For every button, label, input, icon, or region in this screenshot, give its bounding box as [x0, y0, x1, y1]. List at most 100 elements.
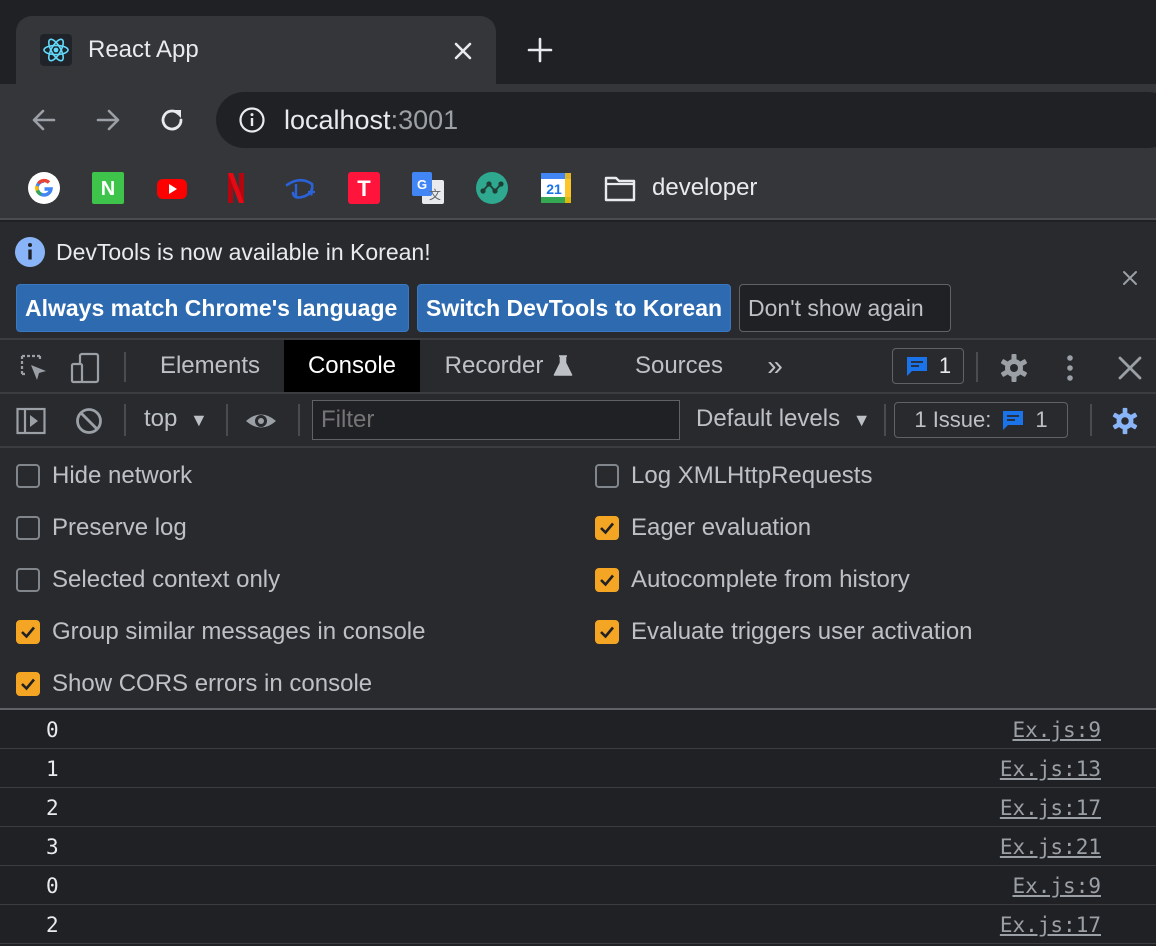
devtools-tab-bar: Elements Console Recorder Sources » 1 [0, 340, 1156, 394]
log-value: 3 [46, 835, 59, 859]
browser-toolbar: localhost:3001 [0, 84, 1156, 156]
message-icon [1003, 411, 1024, 430]
console-settings-gear-icon[interactable] [1110, 406, 1140, 436]
setting-hide-network[interactable]: Hide network [16, 462, 192, 490]
toolbar-divider [1090, 404, 1092, 436]
setting-label: Preserve log [52, 514, 187, 541]
setting-eager-evaluation[interactable]: Eager evaluation [595, 514, 811, 542]
setting-group-similar[interactable]: Group similar messages in console [16, 618, 426, 646]
tving-icon[interactable]: T [348, 172, 380, 204]
bookmark-folder-developer[interactable]: developer [652, 174, 757, 202]
source-link[interactable]: Ex.js:17 [1000, 913, 1101, 937]
log-levels-dropdown[interactable]: Default levels ▼ [696, 405, 871, 433]
checkbox[interactable] [16, 516, 40, 540]
calendar-icon[interactable]: 21 [540, 172, 572, 204]
dont-show-again-button[interactable]: Don't show again [739, 284, 951, 332]
checkmark-icon [21, 678, 35, 691]
setting-label: Log XMLHttpRequests [631, 462, 873, 489]
back-icon[interactable] [28, 104, 60, 136]
close-devtools-icon[interactable] [1114, 352, 1146, 384]
source-link[interactable]: Ex.js:17 [1000, 796, 1101, 820]
naver-icon[interactable]: N [92, 172, 124, 204]
console-message: 2 Ex.js:17 [0, 788, 1156, 827]
svg-text:T: T [357, 176, 371, 201]
reload-icon[interactable] [156, 104, 188, 136]
dropdown-arrow-icon: ▼ [852, 410, 871, 430]
close-infobar-icon[interactable] [1120, 268, 1140, 288]
checkbox-checked[interactable] [595, 620, 619, 644]
switch-to-korean-button[interactable]: Switch DevTools to Korean [417, 284, 731, 332]
checkbox[interactable] [16, 568, 40, 592]
bookmarks-bar: N T G 文 21 developer [0, 156, 1156, 220]
checkbox[interactable] [595, 464, 619, 488]
more-options-icon[interactable] [1054, 352, 1086, 384]
checkbox-checked[interactable] [595, 516, 619, 540]
console-message: 2 Ex.js:17 [0, 905, 1156, 944]
console-message: 0 Ex.js:9 [0, 710, 1156, 749]
translate-icon[interactable]: G 文 [412, 172, 444, 204]
source-link[interactable]: Ex.js:9 [1012, 718, 1101, 742]
issues-counter-button[interactable]: 1 [892, 348, 964, 384]
svg-text:G: G [417, 177, 427, 192]
infobar-message: DevTools is now available in Korean! [56, 239, 431, 265]
setting-selected-context-only[interactable]: Selected context only [16, 566, 280, 594]
checkbox-checked[interactable] [16, 672, 40, 696]
site-info-icon[interactable] [238, 106, 266, 134]
new-tab-icon[interactable] [526, 36, 554, 64]
source-link[interactable]: Ex.js:9 [1012, 874, 1101, 898]
console-message: 1 Ex.js:13 [0, 749, 1156, 788]
tab-sources[interactable]: Sources [618, 340, 740, 392]
setting-preserve-log[interactable]: Preserve log [16, 514, 187, 542]
setting-show-cors-errors[interactable]: Show CORS errors in console [16, 670, 372, 698]
checkbox-checked[interactable] [16, 620, 40, 644]
settings-gear-icon[interactable] [998, 352, 1030, 384]
toolbar-divider [976, 352, 978, 382]
issues-button[interactable]: 1 Issue: 1 [894, 402, 1068, 438]
setting-label: Show CORS errors in console [52, 670, 373, 697]
forward-icon[interactable] [92, 104, 124, 136]
setting-label: Group similar messages in console [52, 618, 426, 645]
tab-elements[interactable]: Elements [142, 340, 278, 392]
netflix-icon[interactable] [220, 172, 252, 204]
filter-input[interactable] [312, 400, 680, 440]
device-toolbar-icon[interactable] [70, 352, 102, 384]
tab-console[interactable]: Console [284, 340, 420, 392]
setting-log-xhr[interactable]: Log XMLHttpRequests [595, 462, 872, 490]
folder-icon[interactable] [604, 174, 636, 202]
dropdown-arrow-icon: ▼ [190, 410, 208, 430]
console-settings-panel: Hide network Preserve log Selected conte… [0, 448, 1156, 710]
always-match-language-button[interactable]: Always match Chrome's language [16, 284, 409, 332]
toggle-sidebar-icon[interactable] [16, 406, 46, 436]
checkbox-checked[interactable] [595, 568, 619, 592]
youtube-icon[interactable] [156, 172, 188, 204]
checkmark-icon [600, 626, 614, 639]
info-icon [15, 237, 45, 267]
disney-plus-icon[interactable] [284, 172, 316, 204]
git-graph-icon[interactable] [476, 172, 508, 204]
more-tabs-chevron[interactable]: » [758, 340, 792, 392]
toolbar-divider [124, 404, 126, 436]
close-tab-icon[interactable] [450, 38, 476, 64]
source-link[interactable]: Ex.js:21 [1000, 835, 1101, 859]
browser-tab[interactable]: React App [16, 16, 496, 84]
clear-console-icon[interactable] [74, 406, 104, 436]
live-expression-eye-icon[interactable] [244, 406, 278, 436]
address-bar[interactable]: localhost:3001 [216, 92, 1156, 148]
console-message: 3 Ex.js:21 [0, 827, 1156, 866]
context-selector[interactable]: top ▼ [144, 405, 208, 433]
checkbox[interactable] [16, 464, 40, 488]
tab-recorder[interactable]: Recorder [428, 340, 590, 392]
toolbar-divider [298, 404, 300, 436]
setting-evaluate-triggers-activation[interactable]: Evaluate triggers user activation [595, 618, 973, 646]
console-output: 0 Ex.js:9 1 Ex.js:13 2 Ex.js:17 3 Ex.js:… [0, 710, 1156, 946]
devtools-language-infobar: DevTools is now available in Korean! Alw… [0, 222, 1156, 340]
google-icon[interactable] [28, 172, 60, 204]
context-selector-label: top [144, 405, 178, 432]
setting-autocomplete-history[interactable]: Autocomplete from history [595, 566, 910, 594]
inspect-element-icon[interactable] [18, 352, 50, 384]
setting-label: Autocomplete from history [631, 566, 910, 593]
toolbar-divider [884, 404, 886, 436]
setting-label: Eager evaluation [631, 514, 812, 541]
setting-label: Hide network [52, 462, 193, 489]
source-link[interactable]: Ex.js:13 [1000, 757, 1101, 781]
